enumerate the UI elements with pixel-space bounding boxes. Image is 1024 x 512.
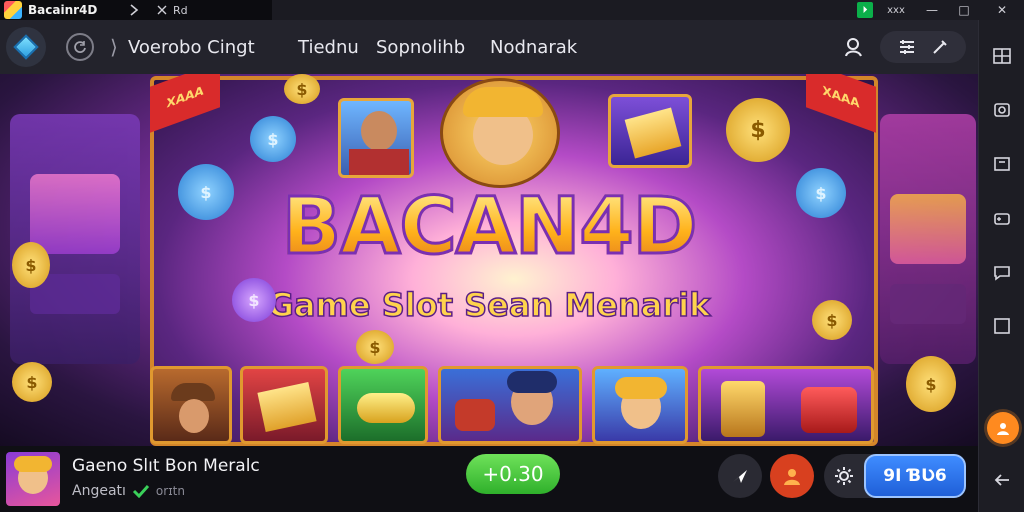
nav-item-home[interactable]: Voerobo Cingt [128,33,255,61]
refresh-icon [74,41,86,53]
refresh-button[interactable] [66,33,94,61]
screenshot-icon[interactable] [992,100,1012,120]
square-icon[interactable] [992,316,1012,336]
check-icon [132,484,150,498]
coin-gold-4: $ [812,300,852,340]
right-sidebar [978,20,1024,512]
message-icon[interactable] [992,262,1012,282]
coin-blue-2: $ [178,164,234,220]
camera-icon[interactable] [992,154,1012,174]
coin-gold-5: $ [906,356,956,412]
slot-symbols-row [150,366,878,446]
coin-gold-3: $ [12,242,50,288]
symbol-hero-group[interactable] [438,366,582,444]
nav-item-tiednu[interactable]: Tiednu [298,33,359,61]
user-icon [997,423,1009,435]
breadcrumb-separator: ⟩ [110,35,118,59]
action-button[interactable]: 9I ƁƲ6 [864,454,966,498]
symbol-treasure[interactable] [698,366,874,444]
close-small-icon [157,5,167,15]
app-logo-icon [4,1,22,19]
send-icon [733,470,747,483]
search-button[interactable] [838,33,870,61]
game-thumbnail[interactable] [6,452,60,506]
coin-purple: $ [232,278,276,322]
minimize-button[interactable]: — [918,0,946,20]
window-subtitle: Rd [157,0,188,20]
window-title-bar: Bacainr4D Rd ⏵ xxx — □ ✕ [0,0,1024,20]
gamepad-icon[interactable] [992,208,1012,228]
maximize-button[interactable]: □ [950,0,978,20]
coin-blue-1: $ [250,116,296,162]
bottom-bar: Gaeno Slıt Bon Meralc Angeatı orɪtn +0.3… [0,446,978,512]
back-arrow-icon[interactable] [992,470,1012,490]
coin-gold-7: $ [356,330,394,364]
nav-item-nodnarak[interactable]: Nodnarak [490,33,577,61]
user-action-button[interactable] [987,412,1019,444]
coin-blue-3: $ [796,168,846,218]
score-button[interactable]: +0.30 [466,454,560,494]
portrait-right-scroll [608,94,692,168]
profile-button[interactable] [770,454,814,498]
symbol-girl[interactable] [592,366,688,444]
game-subtitle-extra: orɪtn [155,484,185,498]
close-button[interactable]: ✕ [986,0,1018,20]
coin-gold-1: $ [284,74,320,104]
symbol-cowboy[interactable] [150,366,232,444]
toolbar-pill [880,31,966,63]
game-subtitle: Angeatı orɪtn [72,483,185,499]
game-tagline-text: Game Slot Sean Menarik [267,285,711,325]
layout-icon[interactable] [992,46,1012,66]
gear-icon[interactable] [832,464,856,488]
user-search-icon [845,38,862,57]
send-button[interactable] [718,454,762,498]
navigation-bar: ⟩ Voerobo Cingt Tiednu Sopnolihb Nodnara… [0,20,978,74]
coin-gold-2: $ [726,98,790,162]
home-logo-button[interactable] [6,27,46,67]
user-icon [784,469,800,485]
coin-gold-6: $ [12,362,52,402]
list-icon[interactable] [898,39,916,55]
portrait-left [338,98,414,178]
app-title: Bacainr4D [28,3,98,17]
game-subtitle-text: Angeatı [72,483,126,499]
subtitle-text: Rd [173,3,188,17]
nav-item-sopnolihb[interactable]: Sopnolihb [376,33,465,61]
game-title-text: BACAN4D [280,181,699,274]
game-viewport[interactable]: XAAA XAAA BACAN4D Game Slot Sean Menarik… [0,74,978,446]
arrow-icon[interactable] [126,0,142,20]
extra-label: xxx [887,4,905,16]
edit-icon[interactable] [931,38,949,56]
status-icon[interactable]: ⏵ [856,0,874,20]
symbol-horn[interactable] [338,366,428,444]
diamond-icon [13,34,39,60]
symbol-scroll[interactable] [240,366,328,444]
game-name: Gaeno Slıt Bon Meralc [72,456,260,476]
hero-medallion [440,78,560,188]
